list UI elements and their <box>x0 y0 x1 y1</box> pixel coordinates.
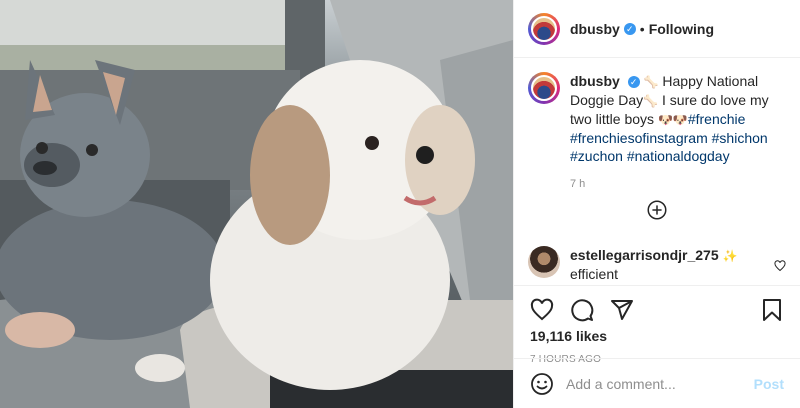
dog-face-icon: 🐶 <box>672 113 688 127</box>
comments-section: dbusby ✓ 🦴 Happy National Doggie Day🦴 I … <box>514 58 800 285</box>
comment-like-heart-icon[interactable] <box>774 260 786 272</box>
action-icons-row <box>530 292 784 328</box>
heart-icon[interactable] <box>530 298 554 322</box>
hashtag-link[interactable]: #frenchie <box>688 111 746 127</box>
hashtag-link[interactable]: #zuchon <box>570 148 623 164</box>
author-avatar[interactable] <box>528 12 560 45</box>
bone-icon: 🦴 <box>643 75 659 89</box>
commenter-avatar[interactable] <box>528 246 560 278</box>
caption-body: dbusby ✓ 🦴 Happy National Doggie Day🦴 I … <box>570 72 786 193</box>
header-separator: • <box>639 20 645 37</box>
commenter-username[interactable]: estellegarrisondjr_275 <box>570 247 719 263</box>
add-comment-input[interactable]: Add a comment... <box>566 376 754 392</box>
post-side-panel: dbusby ✓ • Following dbusby ✓ 🦴 Happy Na… <box>513 0 800 408</box>
dog-face-icon: 🐶 <box>657 113 673 127</box>
post-modal: dbusby ✓ • Following dbusby ✓ 🦴 Happy Na… <box>0 0 800 408</box>
post-header: dbusby ✓ • Following <box>514 0 800 58</box>
verified-badge-icon: ✓ <box>623 22 636 35</box>
share-icon[interactable] <box>610 298 634 322</box>
action-bar: 19,116 likes 7 HOURS AGO <box>514 285 800 365</box>
post-comment-button[interactable]: Post <box>754 376 784 392</box>
dogs-in-car-photo <box>0 0 513 408</box>
emoji-icon[interactable] <box>530 372 554 396</box>
sparkle-icon: ✨ <box>722 249 738 263</box>
comment-item: estellegarrisondjr_275 ✨ efficient <box>528 246 786 283</box>
bone-icon: 🦴 <box>643 94 659 108</box>
author-username[interactable]: dbusby <box>570 21 620 37</box>
likes-count[interactable]: 19,116 likes <box>530 328 784 344</box>
comment-body: estellegarrisondjr_275 ✨ efficient <box>570 246 774 283</box>
hashtag-link[interactable]: #shichon <box>712 130 768 146</box>
verified-badge-icon: ✓ <box>627 76 640 88</box>
load-more-icon[interactable] <box>647 200 667 220</box>
caption-avatar[interactable] <box>528 72 560 104</box>
add-comment-bar: Add a comment... Post <box>514 358 800 408</box>
post-photo[interactable] <box>0 0 513 408</box>
hashtag-link[interactable]: #nationaldogday <box>627 148 730 164</box>
caption-username[interactable]: dbusby <box>570 73 620 89</box>
caption-time: 7 h <box>570 178 586 190</box>
comment-icon[interactable] <box>570 298 594 322</box>
comment-text: efficient <box>570 266 618 282</box>
hashtag-link[interactable]: #frenchiesofinstagram <box>570 130 708 146</box>
post-caption: dbusby ✓ 🦴 Happy National Doggie Day🦴 I … <box>528 72 786 193</box>
following-button[interactable]: Following <box>649 21 714 37</box>
bookmark-icon[interactable] <box>760 298 784 322</box>
